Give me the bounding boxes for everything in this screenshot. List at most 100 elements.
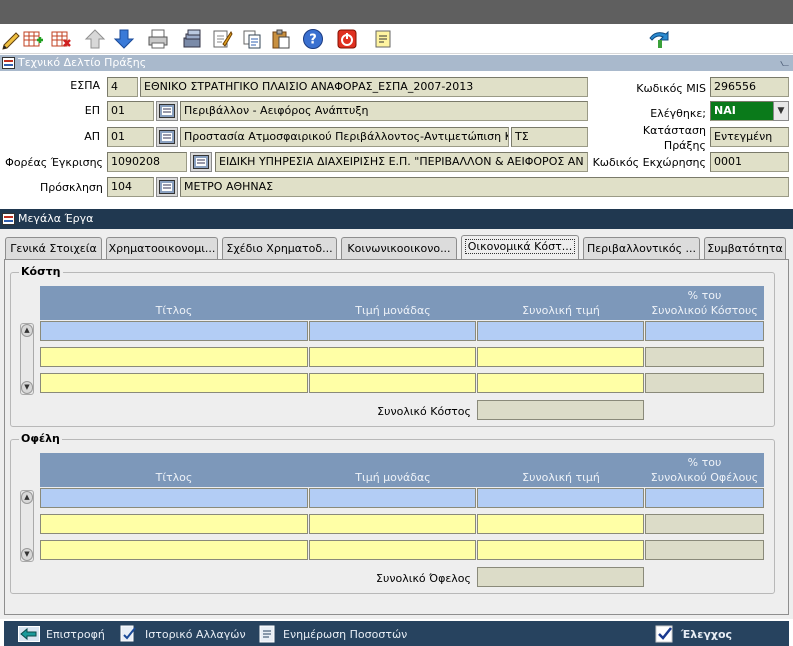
costs-cell-title[interactable]	[40, 321, 308, 341]
edit-note-icon[interactable]	[210, 27, 234, 51]
benefits-column-header: Τίτλος Τιμή μονάδας Συνολική τιμή % του …	[40, 453, 764, 487]
checked-select[interactable]: ΝΑΙ	[710, 101, 774, 121]
delete-record-icon[interactable]	[49, 27, 73, 51]
costs-total-field[interactable]	[477, 400, 644, 420]
prosklisi-label: Πρόσκληση	[40, 181, 103, 194]
status-field[interactable]: Εντεγμένη	[710, 127, 789, 147]
benefits-group-title: Οφέλη	[19, 432, 62, 445]
costs-cell-total-price[interactable]	[477, 373, 644, 393]
costs-cell-percent[interactable]	[645, 347, 764, 367]
ap-desc-field[interactable]: Προστασία Ατμοσφαιρικού Περιβάλλοντος-Αν…	[180, 127, 509, 147]
costs-group: Κόστη Τίτλος Τιμή μονάδας Συνολική τιμή …	[10, 265, 775, 427]
ap-lov-button[interactable]	[156, 127, 178, 147]
benefits-cell-percent[interactable]	[645, 514, 764, 534]
benefits-cell-title[interactable]	[40, 488, 308, 508]
paste-icon[interactable]	[269, 27, 293, 51]
benefits-cell-title[interactable]	[40, 514, 308, 534]
tab-compatibility[interactable]: Συμβατότητα	[704, 237, 786, 259]
mis-field[interactable]: 296556	[710, 77, 789, 97]
scroll-up-icon[interactable]: ▲	[21, 324, 33, 337]
ekxorisi-label: Κωδικός Εκχώρησης	[592, 156, 706, 169]
back-arrow-icon[interactable]	[647, 27, 671, 51]
costs-column-header: Τίτλος Τιμή μονάδας Συνολική τιμή % του …	[40, 286, 764, 320]
benefits-cell-total-price[interactable]	[477, 488, 644, 508]
ep-lov-button[interactable]	[156, 101, 178, 121]
tab-environmental[interactable]: Περιβαλλοντικός ...	[583, 237, 700, 259]
update-percentages-button[interactable]: Ενημέρωση Ποσοστών	[257, 625, 407, 643]
espa-code-field[interactable]: 4	[107, 77, 138, 97]
stack-icon[interactable]	[180, 27, 204, 51]
benefits-cell-unit-price[interactable]	[309, 540, 476, 560]
benefits-cell-unit-price[interactable]	[309, 514, 476, 534]
benefits-cell-percent[interactable]	[645, 540, 764, 560]
costs-cell-percent[interactable]	[645, 321, 764, 341]
list-of-values-icon	[159, 180, 175, 194]
status-label-line1: Κατάσταση	[642, 124, 706, 137]
change-history-button[interactable]: Ιστορικό Αλλαγών	[119, 625, 246, 643]
history-icon	[120, 625, 136, 642]
benefits-cell-percent[interactable]	[645, 488, 764, 508]
scroll-down-icon[interactable]: ▼	[21, 381, 33, 394]
benefits-scrollbar[interactable]: ▲ ▼	[20, 490, 34, 562]
ep-code-field[interactable]: 01	[107, 101, 154, 121]
tab-socioeconomic[interactable]: Κοινωνικοοικονο...	[341, 237, 457, 259]
costs-cell-unit-price[interactable]	[309, 321, 476, 341]
section-header-technical-sheet: Τεχνικό Δελτίο Πράξης ⦦	[0, 55, 793, 71]
costs-cell-total-price[interactable]	[477, 347, 644, 367]
col-percent-line1: % του	[687, 456, 722, 469]
resize-icon[interactable]: ⦦	[780, 55, 789, 71]
tab-label: Χρηματοοικονομι...	[108, 242, 216, 255]
costs-cell-total-price[interactable]	[477, 321, 644, 341]
up-arrow-icon[interactable]	[83, 27, 107, 51]
tab-label: Συμβατότητα	[707, 242, 783, 255]
list-of-values-icon	[159, 104, 175, 118]
check-button[interactable]: Έλεγχος	[655, 625, 732, 643]
col-total-price: Συνολική τιμή	[522, 304, 600, 317]
benefits-cell-title[interactable]	[40, 540, 308, 560]
benefits-total-field[interactable]	[477, 567, 644, 587]
tab-funding-plan[interactable]: Σχέδιο Χρηματοδ...	[222, 237, 337, 259]
foreas-code-field[interactable]: 1090208	[107, 152, 187, 172]
print-icon[interactable]	[146, 27, 170, 51]
prosklisi-desc-field[interactable]: ΜΕΤΡΟ ΑΘΗΝΑΣ	[180, 177, 789, 197]
foreas-label: Φορέας Έγκρισης	[5, 156, 103, 169]
chevron-down-icon[interactable]: ▼	[773, 101, 789, 121]
help-icon[interactable]: ?	[301, 27, 325, 51]
benefits-cell-total-price[interactable]	[477, 540, 644, 560]
benefits-cell-total-price[interactable]	[477, 514, 644, 534]
tab-financial[interactable]: Χρηματοοικονομι...	[106, 237, 218, 259]
costs-cell-unit-price[interactable]	[309, 373, 476, 393]
costs-scrollbar[interactable]: ▲ ▼	[20, 323, 34, 395]
tab-general[interactable]: Γενικά Στοιχεία	[5, 237, 102, 259]
svg-text:?: ?	[309, 33, 317, 48]
scroll-down-icon[interactable]: ▼	[21, 548, 33, 561]
ep-desc-field[interactable]: Περιβάλλον - Αειφόρος Ανάπτυξη	[180, 101, 588, 121]
add-record-icon[interactable]	[21, 27, 45, 51]
tab-label: Οικονομικά Κόστ...	[464, 239, 576, 254]
ap-extra-field[interactable]: ΤΣ	[511, 127, 588, 147]
check-icon	[655, 625, 673, 643]
back-arrow-icon	[18, 626, 40, 642]
foreas-lov-button[interactable]	[190, 152, 212, 172]
espa-desc-field[interactable]: ΕΘΝΙΚΟ ΣΤΡΑΤΗΓΙΚΟ ΠΛΑΙΣΙΟ ΑΝΑΦΟΡΑΣ_ΕΣΠΑ_…	[140, 77, 588, 97]
costs-cell-percent[interactable]	[645, 373, 764, 393]
prosklisi-lov-button[interactable]	[156, 177, 178, 197]
copy-icon[interactable]	[240, 27, 264, 51]
benefits-cell-unit-price[interactable]	[309, 488, 476, 508]
ekxorisi-field[interactable]: 0001	[710, 152, 789, 172]
down-arrow-icon[interactable]	[112, 27, 136, 51]
back-button[interactable]: Επιστροφή	[18, 625, 105, 643]
notes-icon[interactable]	[371, 27, 395, 51]
status-label-line2: Πράξης	[663, 139, 706, 152]
exit-icon[interactable]	[335, 27, 359, 51]
prosklisi-code-field[interactable]: 104	[107, 177, 154, 197]
ap-code-field[interactable]: 01	[107, 127, 154, 147]
ap-label: ΑΠ	[84, 130, 100, 143]
foreas-desc-field[interactable]: ΕΙΔΙΚΗ ΥΠΗΡΕΣΙΑ ΔΙΑΧΕΙΡΙΣΗΣ Ε.Π. "ΠΕΡΙΒΑ…	[215, 152, 588, 172]
costs-cell-title[interactable]	[40, 373, 308, 393]
costs-cell-title[interactable]	[40, 347, 308, 367]
col-unit-price: Τιμή μονάδας	[355, 304, 431, 317]
tab-economic-costs[interactable]: Οικονομικά Κόστ...	[461, 235, 579, 259]
costs-cell-unit-price[interactable]	[309, 347, 476, 367]
scroll-up-icon[interactable]: ▲	[21, 491, 33, 504]
